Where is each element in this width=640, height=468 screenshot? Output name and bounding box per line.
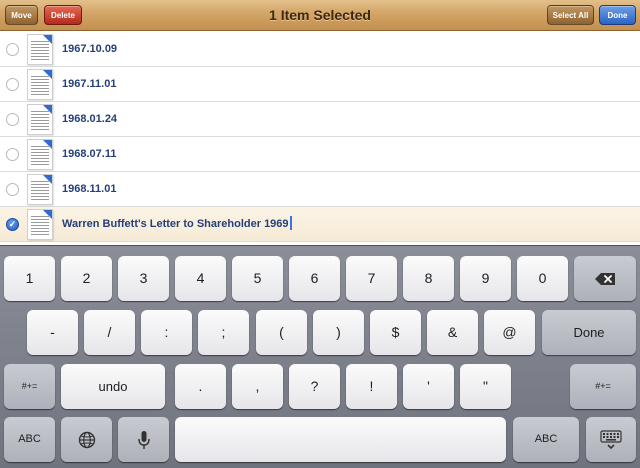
toolbar-title: 1 Item Selected (269, 7, 371, 23)
key-period[interactable]: . (175, 364, 226, 409)
key-comma[interactable]: , (232, 364, 283, 409)
document-title-editing[interactable]: Warren Buffett's Letter to Shareholder 1… (62, 207, 292, 242)
move-button[interactable]: Move (5, 5, 38, 25)
key-6[interactable]: 6 (289, 256, 340, 301)
key-hyphen[interactable]: - (27, 310, 78, 355)
key-3[interactable]: 3 (118, 256, 169, 301)
list-item[interactable]: 1968.07.11 (0, 137, 640, 172)
selection-radio[interactable] (6, 43, 19, 56)
key-9[interactable]: 9 (460, 256, 511, 301)
key-8[interactable]: 8 (403, 256, 454, 301)
backspace-key[interactable] (574, 256, 636, 301)
done-button[interactable]: Done (599, 5, 636, 25)
text-caret (289, 216, 292, 230)
key-semicolon[interactable]: ; (198, 310, 249, 355)
document-title: 1967.11.01 (62, 78, 117, 90)
backspace-icon (595, 272, 615, 285)
key-question[interactable]: ? (289, 364, 340, 409)
globe-key[interactable] (61, 417, 112, 462)
list-item[interactable]: 1968.11.01 (0, 172, 640, 207)
space-bar[interactable] (175, 417, 506, 462)
document-thumbnail-icon (27, 104, 53, 135)
document-title: 1968.07.11 (62, 148, 117, 160)
microphone-icon (137, 430, 150, 449)
list-item[interactable]: 1968.01.24 (0, 102, 640, 137)
key-close-paren[interactable]: ) (313, 310, 364, 355)
dictation-key[interactable] (118, 417, 169, 462)
undo-key[interactable]: undo (61, 364, 165, 409)
document-title: 1968.01.24 (62, 113, 118, 125)
key-5[interactable]: 5 (232, 256, 283, 301)
key-colon[interactable]: : (141, 310, 192, 355)
abc-key-left[interactable]: ABC (4, 417, 55, 462)
key-open-paren[interactable]: ( (256, 310, 307, 355)
more-symbols-key-right[interactable]: #+= (570, 364, 636, 409)
key-at[interactable]: @ (484, 310, 535, 355)
key-4[interactable]: 4 (175, 256, 226, 301)
abc-key-right[interactable]: ABC (513, 417, 579, 462)
dismiss-keyboard-key[interactable] (586, 417, 636, 462)
list-item-selected[interactable]: ✓ Warren Buffett's Letter to Shareholder… (0, 207, 640, 242)
key-slash[interactable]: / (84, 310, 135, 355)
key-exclamation[interactable]: ! (346, 364, 397, 409)
selection-radio[interactable] (6, 78, 19, 91)
key-7[interactable]: 7 (346, 256, 397, 301)
keyboard-dismiss-icon (600, 429, 622, 449)
document-thumbnail-icon (27, 209, 53, 240)
checkmark-icon[interactable]: ✓ (6, 218, 19, 231)
key-1[interactable]: 1 (4, 256, 55, 301)
document-thumbnail-icon (27, 139, 53, 170)
document-title-text: Warren Buffett's Letter to Shareholder 1… (62, 218, 289, 230)
globe-icon (78, 431, 95, 448)
select-all-button[interactable]: Select All (547, 5, 594, 25)
document-thumbnail-icon (27, 174, 53, 205)
document-thumbnail-icon (27, 69, 53, 100)
document-thumbnail-icon (27, 34, 53, 65)
more-symbols-key-left[interactable]: #+= (4, 364, 55, 409)
done-key[interactable]: Done (542, 310, 636, 355)
document-title: 1968.11.01 (62, 183, 117, 195)
selection-radio[interactable] (6, 113, 19, 126)
document-title: 1967.10.09 (62, 43, 118, 55)
document-list: 1967.10.09 1967.11.01 1968.01.24 1968.07… (0, 32, 640, 242)
key-ampersand[interactable]: & (427, 310, 478, 355)
onscreen-keyboard: 1 2 3 4 5 6 7 8 9 0 - / : ; ( ) $ & @ Do… (0, 245, 640, 468)
top-toolbar: Move Delete 1 Item Selected Select All D… (0, 0, 640, 31)
key-0[interactable]: 0 (517, 256, 568, 301)
list-item[interactable]: 1967.11.01 (0, 67, 640, 102)
key-2[interactable]: 2 (61, 256, 112, 301)
key-apostrophe[interactable]: ' (403, 364, 454, 409)
selection-radio[interactable] (6, 183, 19, 196)
delete-button[interactable]: Delete (44, 5, 82, 25)
key-dollar[interactable]: $ (370, 310, 421, 355)
list-item[interactable]: 1967.10.09 (0, 32, 640, 67)
key-quote[interactable]: " (460, 364, 511, 409)
selection-radio[interactable] (6, 148, 19, 161)
